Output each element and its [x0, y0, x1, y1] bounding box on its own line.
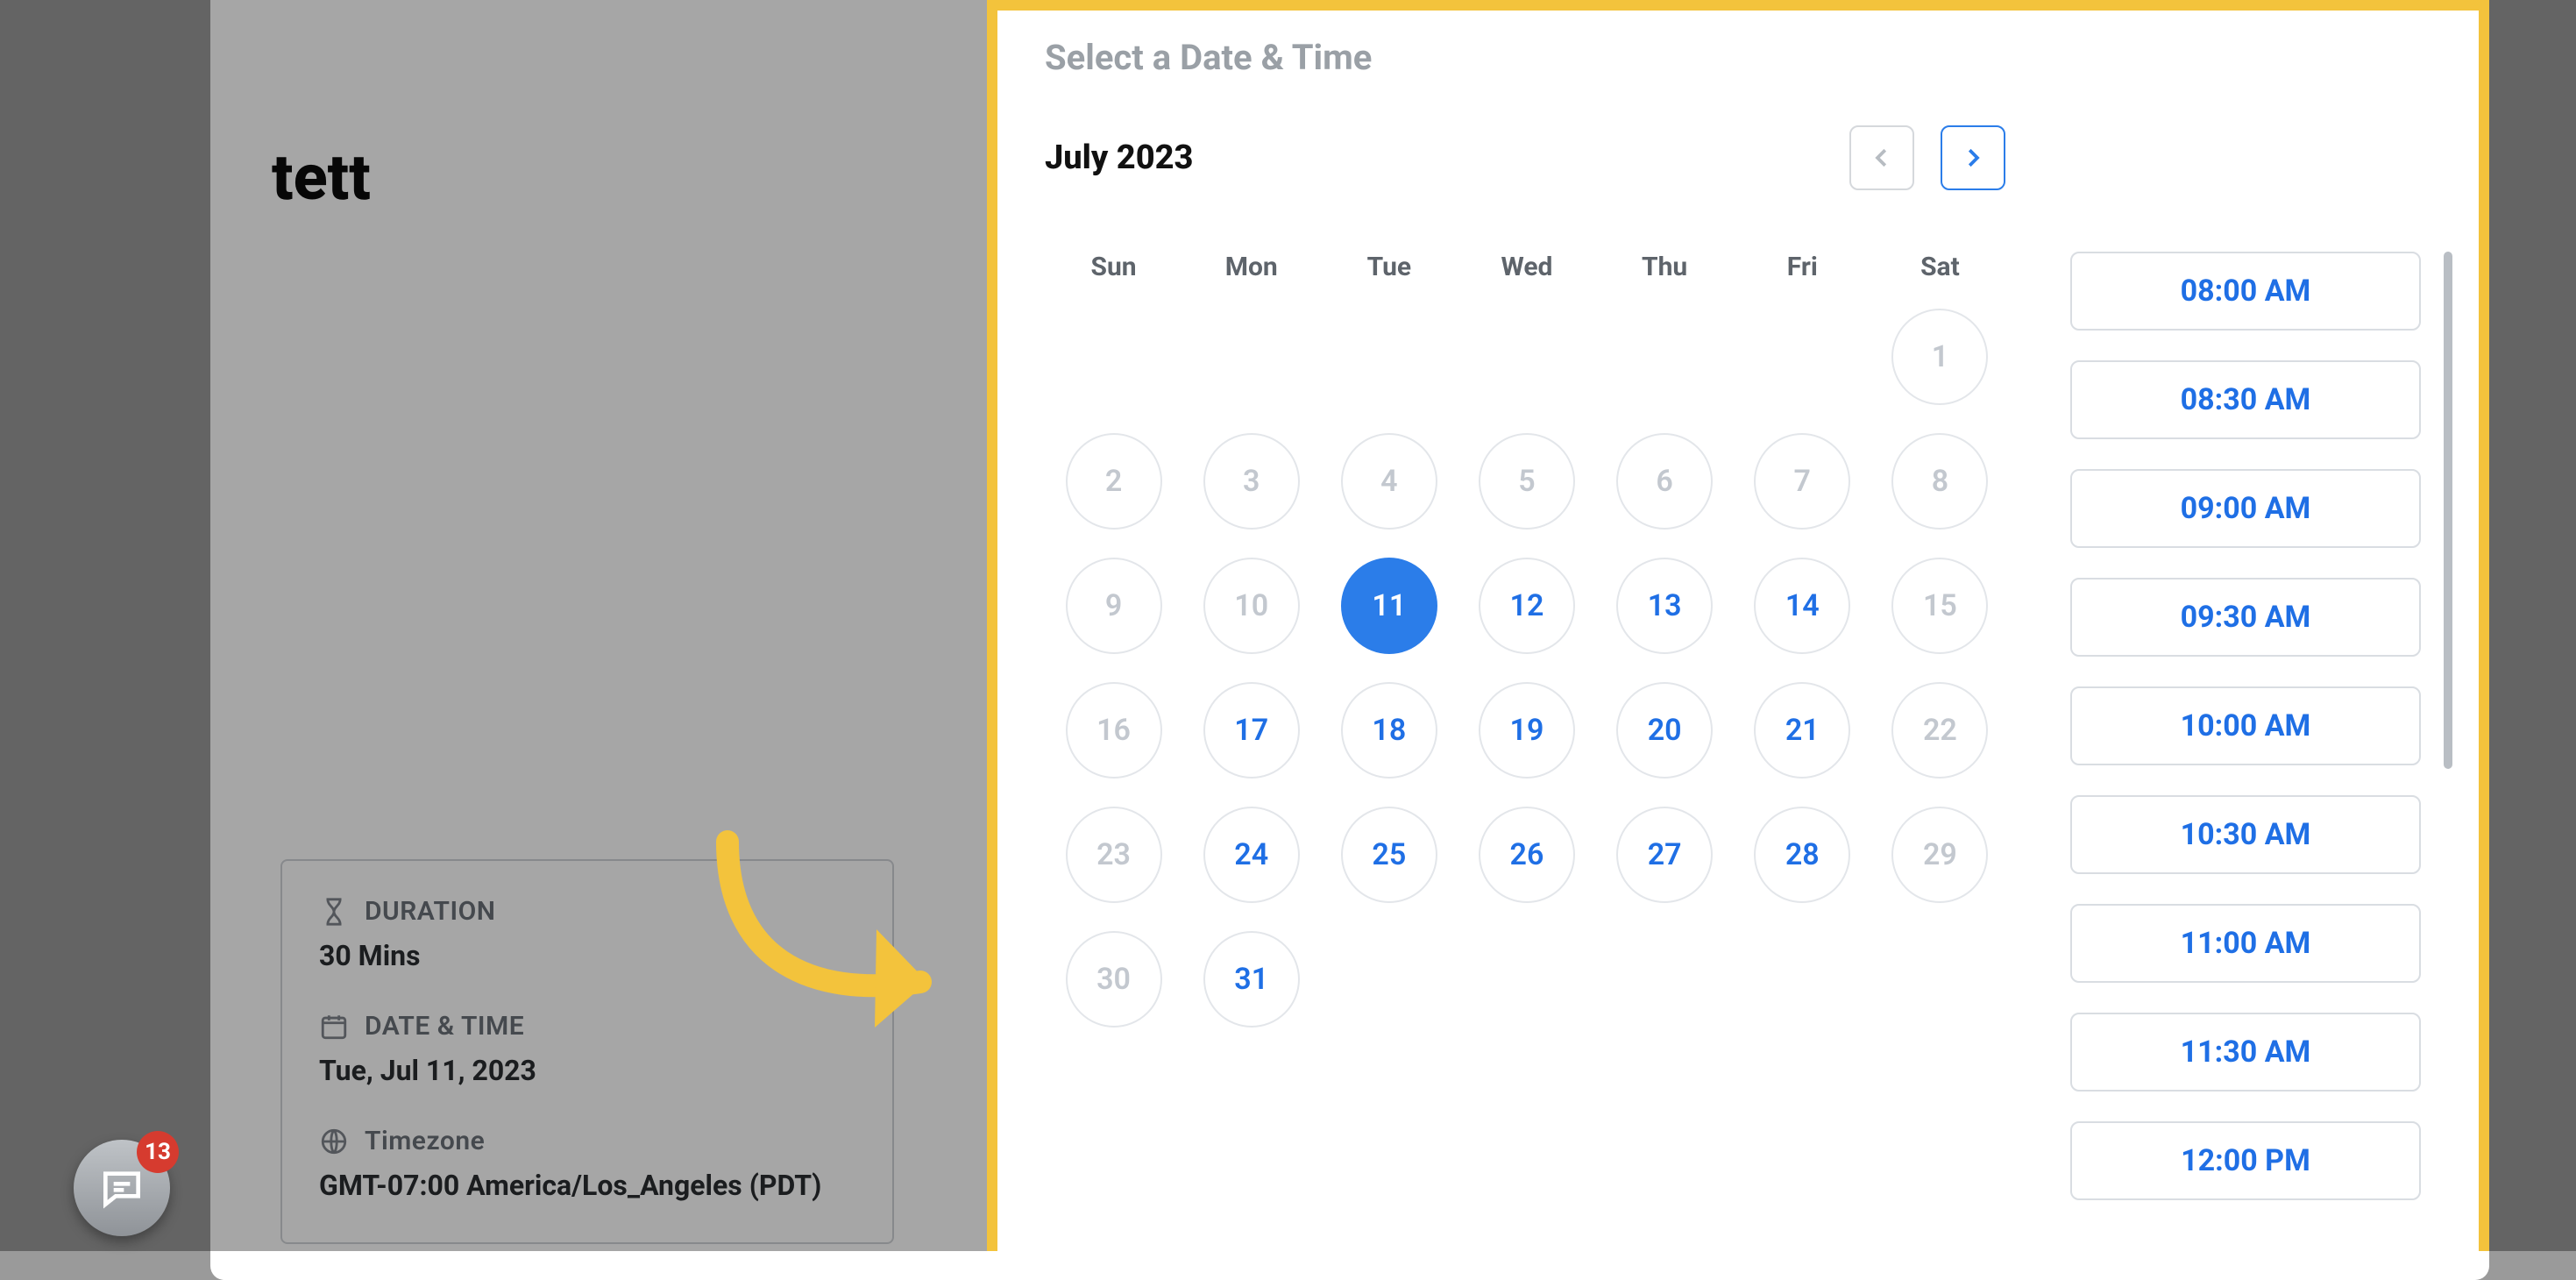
- calendar-day[interactable]: 13: [1616, 558, 1713, 654]
- chevron-left-icon: [1869, 145, 1895, 171]
- time-slot[interactable]: 12:00 PM: [2070, 1121, 2421, 1200]
- next-month-button[interactable]: [1941, 125, 2005, 190]
- dow-header: Wed: [1501, 252, 1553, 309]
- calendar-day: 9: [1066, 558, 1162, 654]
- time-slot[interactable]: 10:00 AM: [2070, 686, 2421, 765]
- duration-label: DURATION: [365, 896, 495, 927]
- calendar-empty-cell: [1341, 309, 1437, 405]
- calendar-day[interactable]: 17: [1203, 682, 1300, 779]
- chat-button[interactable]: 13: [74, 1140, 170, 1236]
- calendar-day: 5: [1479, 433, 1575, 530]
- calendar-day[interactable]: 20: [1616, 682, 1713, 779]
- calendar-day: 23: [1066, 807, 1162, 903]
- annotation-arrow-icon: [701, 824, 947, 1052]
- calendar-day: 29: [1891, 807, 1988, 903]
- dow-header: Thu: [1642, 252, 1687, 309]
- calendar-day: 1: [1891, 309, 1988, 405]
- time-slot[interactable]: 08:30 AM: [2070, 360, 2421, 439]
- datetime-label: DATE & TIME: [365, 1011, 524, 1042]
- dow-header: Tue: [1367, 252, 1412, 309]
- calendar-grid: SunMonTueWedThuFriSat 123456789101112131…: [1045, 252, 2009, 1251]
- calendar-day: 4: [1341, 433, 1437, 530]
- calendar-day: 15: [1891, 558, 1988, 654]
- calendar-day[interactable]: 18: [1341, 682, 1437, 779]
- calendar-day: 2: [1066, 433, 1162, 530]
- calendar-day[interactable]: 25: [1341, 807, 1437, 903]
- datetime-value: Tue, Jul 11, 2023: [319, 1054, 855, 1087]
- time-slot[interactable]: 10:30 AM: [2070, 795, 2421, 874]
- time-scrollbar[interactable]: [2444, 252, 2452, 1251]
- dow-header: Mon: [1225, 252, 1278, 309]
- calendar-empty-cell: [1754, 931, 1850, 1028]
- dow-header: Sun: [1091, 252, 1137, 309]
- calendar-day: 16: [1066, 682, 1162, 779]
- calendar-empty-cell: [1479, 931, 1575, 1028]
- dow-header: Sat: [1920, 252, 1960, 309]
- chat-icon: [97, 1163, 146, 1212]
- month-label: July 2023: [1045, 139, 1193, 177]
- time-slot[interactable]: 09:00 AM: [2070, 469, 2421, 548]
- calendar-empty-cell: [1479, 309, 1575, 405]
- calendar-day[interactable]: 19: [1479, 682, 1575, 779]
- chevron-right-icon: [1960, 145, 1986, 171]
- calendar-empty-cell: [1754, 309, 1850, 405]
- event-title: tett: [272, 140, 371, 215]
- calendar-empty-cell: [1066, 309, 1162, 405]
- dow-header: Fri: [1787, 252, 1818, 309]
- calendar-day: 8: [1891, 433, 1988, 530]
- calendar-day: 22: [1891, 682, 1988, 779]
- time-slot[interactable]: 11:30 AM: [2070, 1013, 2421, 1092]
- calendar-day: 7: [1754, 433, 1850, 530]
- calendar-icon: [319, 1012, 349, 1042]
- calendar-empty-cell: [1203, 309, 1300, 405]
- calendar-day: 10: [1203, 558, 1300, 654]
- calendar-day[interactable]: 26: [1479, 807, 1575, 903]
- calendar-day[interactable]: 21: [1754, 682, 1850, 779]
- timezone-value: GMT-07:00 America/Los_Angeles (PDT): [319, 1169, 855, 1202]
- calendar-empty-cell: [1616, 309, 1713, 405]
- time-slot-list[interactable]: 08:00 AM 08:30 AM 09:00 AM 09:30 AM 10:00 AM…: [2070, 252, 2426, 1251]
- calendar-day: 30: [1066, 931, 1162, 1028]
- calendar-day: 6: [1616, 433, 1713, 530]
- calendar-day[interactable]: 31: [1203, 931, 1300, 1028]
- chat-unread-badge: 13: [137, 1131, 179, 1173]
- datetime-picker-panel: Select a Date & Time July 2023 Sun Mon Tue…: [987, 0, 2489, 1251]
- calendar-empty-cell: [1341, 931, 1437, 1028]
- calendar-empty-cell: [1616, 931, 1713, 1028]
- picker-title: Select a Date & Time: [1045, 37, 2452, 78]
- time-slot[interactable]: 09:30 AM: [2070, 578, 2421, 657]
- globe-icon: [319, 1127, 349, 1156]
- calendar-day[interactable]: 27: [1616, 807, 1713, 903]
- calendar-day[interactable]: 12: [1479, 558, 1575, 654]
- timezone-label: Timezone: [365, 1126, 485, 1156]
- calendar-day[interactable]: 11: [1341, 558, 1437, 654]
- time-slot[interactable]: 08:00 AM: [2070, 252, 2421, 331]
- calendar-empty-cell: [1891, 931, 1988, 1028]
- time-slot[interactable]: 11:00 AM: [2070, 904, 2421, 983]
- prev-month-button[interactable]: [1849, 125, 1914, 190]
- calendar-day[interactable]: 24: [1203, 807, 1300, 903]
- hourglass-icon: [319, 897, 349, 927]
- calendar-day: 3: [1203, 433, 1300, 530]
- calendar-day[interactable]: 28: [1754, 807, 1850, 903]
- timezone-row: Timezone: [319, 1126, 855, 1156]
- calendar-day[interactable]: 14: [1754, 558, 1850, 654]
